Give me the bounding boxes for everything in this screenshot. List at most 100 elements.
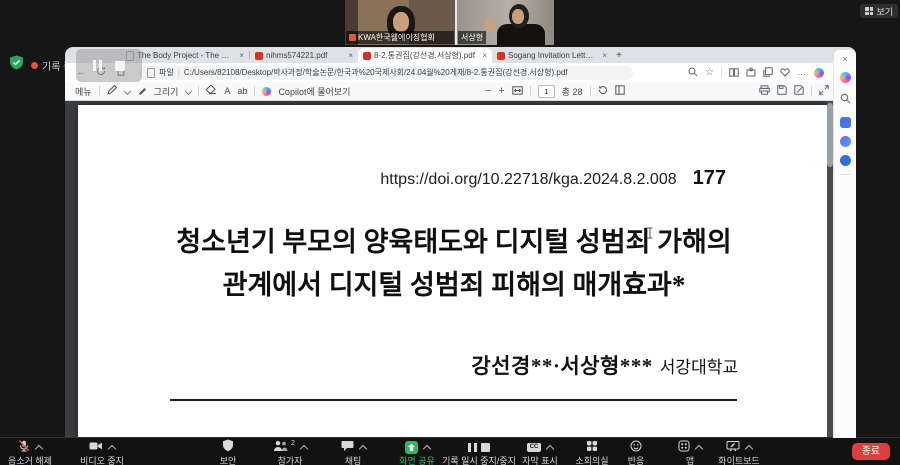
- recording-pause-stop-button[interactable]: 기록 일시 중지/중지: [437, 438, 521, 465]
- zoom-out-button[interactable]: −: [485, 85, 491, 97]
- page-number-input[interactable]: 1: [537, 84, 555, 98]
- rotate-icon[interactable]: [598, 85, 608, 97]
- video-options-chevron[interactable]: [107, 444, 117, 453]
- address-path: C:/Users/82108/Desktop/박사과정/학술논문/한국과%20국…: [183, 68, 568, 77]
- whiteboard-button[interactable]: 화이트보드: [706, 438, 772, 465]
- extensions-icon[interactable]: [746, 64, 756, 82]
- share-options-chevron[interactable]: [422, 444, 431, 453]
- close-tab-icon[interactable]: ×: [239, 51, 244, 60]
- stop-video-button[interactable]: 비디오 중지: [74, 438, 130, 465]
- security-button[interactable]: 보안: [204, 438, 252, 465]
- close-tab-icon[interactable]: ×: [482, 51, 487, 60]
- author-row: 강선경**·서상형*** 서강대학교: [471, 350, 738, 380]
- pdf-icon: [363, 51, 371, 60]
- journal-page-number: 177: [692, 167, 726, 189]
- zoom-in-button[interactable]: +: [498, 85, 504, 97]
- pause-icon[interactable]: [468, 443, 477, 452]
- pause-recording-button[interactable]: [93, 60, 102, 71]
- screen: KWA한국웰에이징협회 서상형 보기 기록 중 The Body Project…: [0, 0, 900, 465]
- highlighter-icon[interactable]: [137, 85, 147, 97]
- breakout-rooms-button[interactable]: 소회의실: [566, 438, 618, 465]
- participants-button[interactable]: 2 참가자: [262, 438, 318, 465]
- favorites-icon[interactable]: ☆: [705, 67, 714, 78]
- record-dot-icon: [31, 62, 38, 69]
- read-aloud-icon[interactable]: ab: [237, 86, 247, 96]
- view-button[interactable]: 보기: [860, 4, 898, 18]
- close-tab-icon[interactable]: ×: [602, 51, 607, 60]
- participant-2-name: 서상형: [461, 33, 484, 42]
- captions-options-chevron[interactable]: [545, 444, 555, 453]
- tab-nihms-pdf[interactable]: nihms574221.pdf ×: [250, 48, 358, 63]
- paper-title-line2: 관계에서 디지털 성범죄 피해의 매개효과*: [222, 270, 686, 300]
- pdf-page: https://doi.org/10.22718/kga.2024.8.2.00…: [78, 105, 830, 438]
- participant-video-2[interactable]: 서상형: [457, 0, 554, 45]
- close-tab-icon[interactable]: ×: [348, 51, 353, 60]
- chat-button[interactable]: 채팅: [330, 438, 376, 465]
- kwa-logo-icon: [349, 34, 356, 41]
- mute-button[interactable]: 음소거 해제: [2, 438, 58, 465]
- browser-essentials-icon[interactable]: [780, 64, 790, 82]
- participant-1-nametag: KWA한국웰에이징협회: [346, 31, 454, 44]
- cc-icon: CC: [527, 443, 541, 452]
- meeting-toolbar: 음소거 해제 비디오 중지 보안 2 참가자 채팅 화면 공유 기록 일시 중지…: [0, 437, 900, 465]
- text-cursor-icon: [646, 226, 654, 244]
- captions-button[interactable]: CC 자막 표시: [514, 438, 566, 465]
- zoom-page-icon[interactable]: [688, 64, 698, 82]
- fit-width-icon[interactable]: [512, 85, 523, 97]
- paper-title-line1: 청소년기 부모의 양육태도와 디지털 성범죄 가해의: [176, 227, 732, 257]
- address-bar[interactable]: 파일 | C:/Users/82108/Desktop/박사과정/학술논문/한국…: [139, 65, 633, 80]
- recording-controls: [76, 49, 142, 82]
- copilot-icon[interactable]: [814, 67, 824, 78]
- save-icon[interactable]: [777, 85, 787, 97]
- fullscreen-icon[interactable]: [819, 85, 829, 97]
- add-text-icon[interactable]: A: [224, 86, 230, 96]
- stop-recording-button[interactable]: [115, 60, 125, 71]
- shopping-sidebar-icon[interactable]: [839, 117, 851, 128]
- end-meeting-button[interactable]: 종료: [851, 443, 890, 460]
- participant-2-nametag: 서상형: [458, 31, 487, 44]
- stop-icon[interactable]: [480, 443, 490, 452]
- collections-icon[interactable]: [763, 64, 773, 82]
- pdf-viewport: https://doi.org/10.22718/kga.2024.8.2.00…: [65, 101, 856, 438]
- copilot-sidebar-icon[interactable]: [839, 72, 851, 83]
- security-shield-icon[interactable]: [9, 55, 24, 75]
- gallery-view-icon: [865, 7, 874, 15]
- browser-window: The Body Project - The Book × nihms57422…: [65, 47, 856, 438]
- participant-1-name: KWA한국웰에이징협회: [358, 33, 435, 42]
- settings-menu-icon[interactable]: …: [797, 68, 807, 76]
- doi-text: https://doi.org/10.22718/kga.2024.8.2.00…: [380, 171, 677, 188]
- tools-sidebar-icon[interactable]: [839, 155, 851, 166]
- print-icon[interactable]: [759, 85, 770, 97]
- pdf-icon: [255, 51, 263, 60]
- address-bar-row: ← 파일 | C:/Users/82108/Desktop/박사과정/학술논문/…: [65, 63, 856, 82]
- tab-sogang-pdf[interactable]: Sogang Invitation Letter.pdf ×: [492, 48, 612, 63]
- address-scheme: 파일: [159, 68, 174, 77]
- authors: 강선경**·서상형***: [471, 354, 653, 378]
- pen-tool-icon[interactable]: [106, 84, 117, 97]
- tab-active-pdf[interactable]: 8-2.통권집(강선경.서상형).pdf ×: [358, 48, 492, 63]
- new-tab-button[interactable]: +: [612, 50, 626, 61]
- pdf-icon: [497, 51, 505, 60]
- m365-sidebar-icon[interactable]: [839, 136, 851, 147]
- pdf-menu-button[interactable]: 메뉴: [75, 85, 92, 98]
- search-sidebar-icon[interactable]: [840, 91, 851, 109]
- participants-options-chevron[interactable]: [299, 444, 309, 453]
- share-screen-icon: [404, 441, 418, 454]
- page-view-icon[interactable]: [614, 85, 625, 97]
- participant-video-1[interactable]: KWA한국웰에이징협회: [345, 0, 457, 45]
- mute-options-chevron[interactable]: [34, 444, 44, 453]
- apps-options-chevron[interactable]: [694, 444, 704, 453]
- ask-copilot-button[interactable]: Copilot에 물어보기: [278, 85, 350, 98]
- close-sidebar-icon[interactable]: ×: [842, 55, 847, 64]
- edge-sidebar: ×: [833, 50, 856, 438]
- draw-label[interactable]: 그리기: [154, 85, 179, 98]
- reactions-button[interactable]: 반응: [614, 438, 658, 465]
- whiteboard-options-chevron[interactable]: [744, 444, 754, 453]
- file-scheme-icon: [147, 67, 155, 78]
- save-as-icon[interactable]: [794, 85, 804, 97]
- eraser-icon[interactable]: [206, 84, 217, 97]
- tab-strip: The Body Project - The Book × nihms57422…: [65, 47, 856, 63]
- pdf-toolbar: 메뉴 그리기 A ab Copilot에 물어보기 − + 1 총 28: [65, 82, 856, 101]
- chat-options-chevron[interactable]: [358, 444, 367, 453]
- split-screen-icon[interactable]: [729, 64, 739, 82]
